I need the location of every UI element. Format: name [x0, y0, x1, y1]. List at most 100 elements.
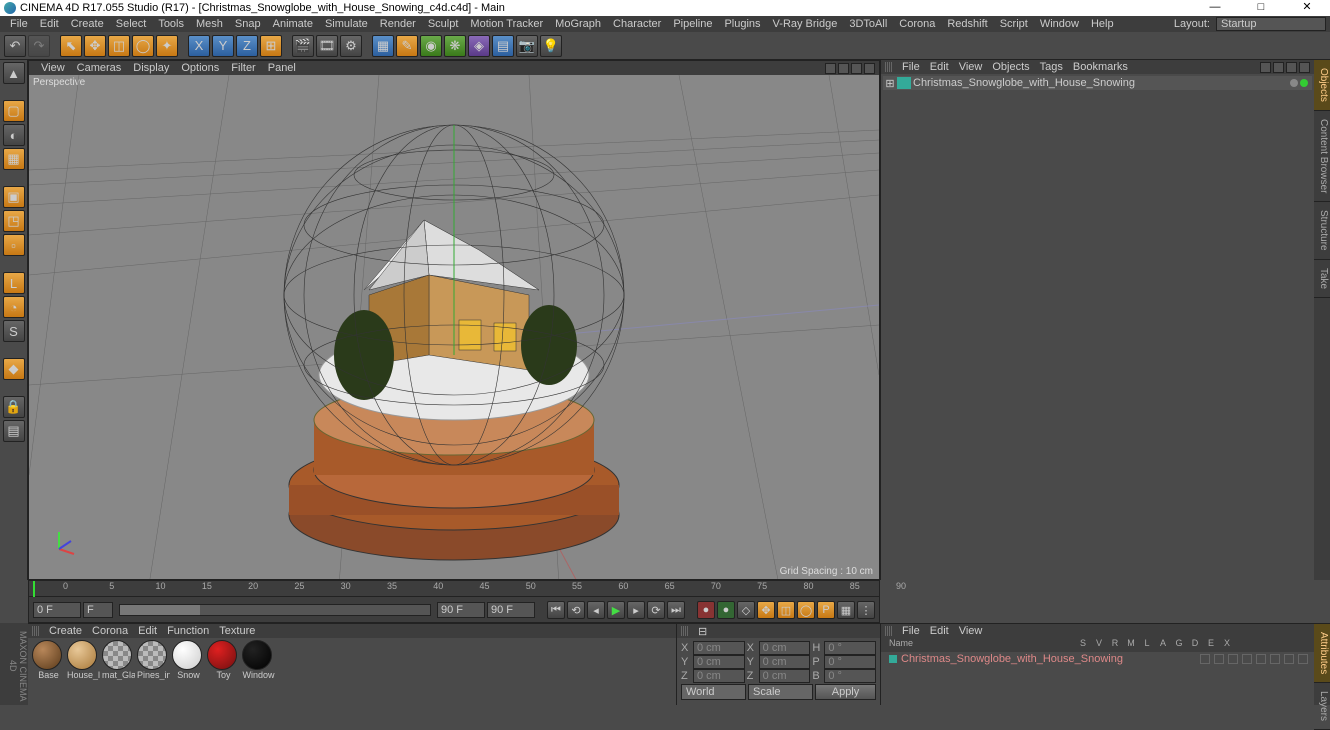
- z-axis-lock[interactable]: Z: [236, 35, 258, 57]
- minimize-button[interactable]: —: [1192, 0, 1238, 16]
- point-mode[interactable]: ▫: [3, 234, 25, 256]
- add-light-button[interactable]: 💡: [540, 35, 562, 57]
- layer-dot[interactable]: [1290, 79, 1298, 87]
- uv-mode[interactable]: S: [3, 320, 25, 342]
- coord-rot-field[interactable]: 0 °: [824, 669, 876, 683]
- attr-menu-item[interactable]: File: [897, 625, 925, 637]
- render-pv-button[interactable]: 🎞: [316, 35, 338, 57]
- maximize-button[interactable]: □: [1238, 0, 1284, 16]
- vp-pan-icon[interactable]: [825, 63, 836, 74]
- coord-size-field[interactable]: 0 cm: [759, 655, 811, 669]
- menu-item[interactable]: Edit: [34, 18, 65, 30]
- material-swatch[interactable]: Base: [32, 640, 65, 680]
- attr-col[interactable]: X: [1219, 638, 1235, 652]
- coord-pos-field[interactable]: 0 cm: [693, 655, 745, 669]
- workplane-mode[interactable]: ▦: [3, 148, 25, 170]
- model-mode[interactable]: ▢: [3, 100, 25, 122]
- attr-col[interactable]: A: [1155, 638, 1171, 652]
- move-tool[interactable]: ✥: [84, 35, 106, 57]
- object-tree-item[interactable]: ⊞ Christmas_Snowglobe_with_House_Snowing: [883, 76, 1312, 90]
- attr-col[interactable]: L: [1139, 638, 1155, 652]
- coord-space-select[interactable]: World: [681, 684, 746, 700]
- expand-icon[interactable]: ⊞: [885, 77, 895, 90]
- attr-flag-icon[interactable]: [1228, 654, 1238, 664]
- menu-item[interactable]: File: [4, 18, 34, 30]
- menu-item[interactable]: Character: [607, 18, 667, 30]
- vp-menu-item[interactable]: Display: [127, 62, 175, 74]
- vp-toggle-icon[interactable]: [864, 63, 875, 74]
- menu-item[interactable]: Window: [1034, 18, 1085, 30]
- material-swatch[interactable]: Snow: [172, 640, 205, 680]
- sidetab-take[interactable]: Take: [1314, 260, 1330, 298]
- coord-size-field[interactable]: 0 cm: [759, 669, 811, 683]
- mat-menu-item[interactable]: Corona: [87, 625, 133, 637]
- menu-item[interactable]: Select: [110, 18, 153, 30]
- range-slider[interactable]: [119, 604, 431, 616]
- vp-rotate-icon[interactable]: [851, 63, 862, 74]
- path-icon[interactable]: [1286, 62, 1297, 73]
- sidetab-content-browser[interactable]: Content Browser: [1314, 111, 1330, 202]
- coord-collapse-icon[interactable]: ⊟: [693, 625, 712, 638]
- attr-menu-item[interactable]: View: [954, 625, 988, 637]
- obj-menu-item[interactable]: Tags: [1035, 61, 1068, 73]
- coord-system[interactable]: ⊞: [260, 35, 282, 57]
- add-camera-button[interactable]: 📷: [516, 35, 538, 57]
- tweak-mode[interactable]: ◆: [3, 358, 25, 380]
- panel-grip-icon[interactable]: [885, 62, 893, 72]
- coord-mode-select[interactable]: Scale: [748, 684, 813, 700]
- close-button[interactable]: ✕: [1284, 0, 1330, 16]
- mat-menu-item[interactable]: Create: [44, 625, 87, 637]
- timeline-options-button[interactable]: ⋮: [857, 601, 875, 619]
- add-cube-button[interactable]: ▦: [372, 35, 394, 57]
- material-swatch[interactable]: House_l: [67, 640, 100, 680]
- coord-rot-field[interactable]: 0 °: [824, 655, 876, 669]
- attr-col[interactable]: E: [1203, 638, 1219, 652]
- workplane-toggle[interactable]: ▤: [3, 420, 25, 442]
- obj-menu-item[interactable]: Objects: [987, 61, 1034, 73]
- add-pen-button[interactable]: ✎: [396, 35, 418, 57]
- x-axis-lock[interactable]: X: [188, 35, 210, 57]
- sidetab-objects[interactable]: Objects: [1314, 60, 1330, 111]
- obj-menu-item[interactable]: Edit: [925, 61, 954, 73]
- key-pos-button[interactable]: ✥: [757, 601, 775, 619]
- start-frame-field[interactable]: 0 F: [33, 602, 81, 618]
- menu-item[interactable]: Motion Tracker: [464, 18, 549, 30]
- snap-toggle[interactable]: 🔒: [3, 396, 25, 418]
- coord-pos-field[interactable]: 0 cm: [693, 641, 745, 655]
- autokey-button[interactable]: ●: [717, 601, 735, 619]
- undo-button[interactable]: ↶: [4, 35, 26, 57]
- menu-item[interactable]: Mesh: [190, 18, 229, 30]
- sidetab-attributes[interactable]: Attributes: [1314, 624, 1330, 683]
- record-button[interactable]: ●: [697, 601, 715, 619]
- attr-flag-icon[interactable]: [1270, 654, 1280, 664]
- play-button[interactable]: ▶: [607, 601, 625, 619]
- attr-menu-item[interactable]: Edit: [925, 625, 954, 637]
- menu-item[interactable]: Pipeline: [667, 18, 718, 30]
- menu-item[interactable]: V-Ray Bridge: [767, 18, 844, 30]
- prev-key-button[interactable]: ⟲: [567, 601, 585, 619]
- end-frame-field[interactable]: 90 F: [437, 602, 485, 618]
- add-nurbs-button[interactable]: ◉: [420, 35, 442, 57]
- attr-flag-icon[interactable]: [1200, 654, 1210, 664]
- goto-start-button[interactable]: ⏮: [547, 601, 565, 619]
- dock-icon[interactable]: [1299, 62, 1310, 73]
- menu-item[interactable]: 3DToAll: [843, 18, 893, 30]
- texture-mode[interactable]: ◐: [3, 124, 25, 146]
- perspective-viewport[interactable]: Perspective: [29, 75, 879, 579]
- key-scale-button[interactable]: ◫: [777, 601, 795, 619]
- menu-item[interactable]: Plugins: [718, 18, 766, 30]
- vp-menu-item[interactable]: Options: [175, 62, 225, 74]
- attr-flag-icon[interactable]: [1298, 654, 1308, 664]
- visibility-dot[interactable]: [1300, 79, 1308, 87]
- vp-zoom-icon[interactable]: [838, 63, 849, 74]
- layer-color-icon[interactable]: [889, 655, 897, 663]
- vp-menu-item[interactable]: Filter: [225, 62, 261, 74]
- vp-menu-item[interactable]: View: [35, 62, 71, 74]
- panel-grip-icon[interactable]: [32, 626, 40, 636]
- menu-item[interactable]: Snap: [229, 18, 267, 30]
- material-swatch[interactable]: Window: [242, 640, 275, 680]
- panel-grip-icon[interactable]: [681, 626, 689, 636]
- attr-col[interactable]: V: [1091, 638, 1107, 652]
- mat-menu-item[interactable]: Edit: [133, 625, 162, 637]
- apply-button[interactable]: Apply: [815, 684, 876, 700]
